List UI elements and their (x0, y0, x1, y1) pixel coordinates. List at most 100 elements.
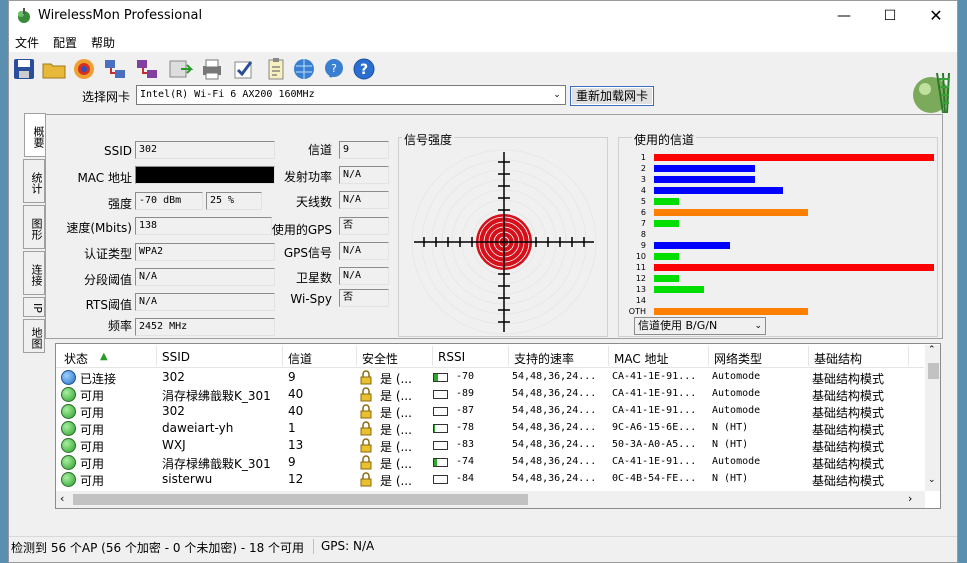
gps-signal-label: GPS信号 (283, 246, 332, 260)
network-disconnect-icon[interactable] (135, 56, 161, 82)
svg-text:?: ? (331, 62, 337, 75)
print-icon[interactable] (199, 56, 225, 82)
ap-row[interactable]: 可用 是 (... daweiart-yh 1 -78 54,48,36,24... 9C-… (56, 420, 916, 437)
record-icon[interactable] (71, 56, 97, 82)
rssi-meter (433, 458, 448, 467)
channel-label: 7 (640, 219, 646, 228)
ssid-cell: WXJ (162, 438, 186, 452)
tab-summary[interactable]: 概要 (24, 113, 46, 157)
reload-adapter-button[interactable]: 重新加载网卡 (570, 86, 654, 106)
ssid-label: SSID (103, 144, 132, 158)
wispy-field: 否 (339, 289, 389, 307)
security-cell: 是 (... (380, 440, 412, 454)
rates-cell: 54,48,36,24... (512, 456, 597, 467)
svg-text:?: ? (360, 62, 368, 78)
ap-row[interactable]: 可用 是 (... WXJ 13 -83 54,48,36,24... 50-3A-A0-A… (56, 437, 916, 454)
tab-ip[interactable]: IP (23, 297, 45, 317)
maximize-button[interactable]: ☐ (867, 1, 913, 32)
ap-row[interactable]: 可用 是 (... 302 40 -87 54,48,36,24... CA-41-1E-9… (56, 403, 916, 420)
options-icon[interactable] (231, 56, 257, 82)
txpower-field: N/A (339, 166, 389, 184)
globe-icon[interactable] (291, 56, 317, 82)
tab-statistics[interactable]: 统计 (23, 159, 45, 203)
wirelessmon-logo (913, 72, 950, 114)
col-security[interactable]: 安全性 (362, 350, 398, 367)
channel-label: 13 (635, 285, 646, 294)
col-infra[interactable]: 基础结构 (814, 350, 862, 367)
export-icon[interactable] (167, 56, 193, 82)
scroll-right-icon[interactable]: › (908, 492, 912, 505)
mac-cell: 9C-A6-15-6E... (612, 422, 697, 433)
ap-list[interactable]: 状态 ▲ SSID 信道 安全性 RSSI 支持的速率 MAC 地址 网络类型 … (55, 343, 941, 509)
tab-graph[interactable]: 图形 (23, 205, 45, 249)
rssi-meter (433, 407, 448, 416)
nettype-cell: Automode (712, 371, 761, 382)
nettype-cell: N (HT) (712, 473, 749, 484)
col-status[interactable]: 状态 (64, 350, 88, 367)
ap-row[interactable]: 可用 是 (... 涓存椂绋戠敤K_301 9 -74 54,48,36,24... CA-… (56, 454, 916, 471)
channel-label: OTH (628, 307, 646, 316)
nettype-cell: Automode (712, 456, 761, 467)
mac-cell: CA-41-1E-91... (612, 388, 697, 399)
header-divider (356, 346, 357, 366)
vertical-scrollbar[interactable]: ⌃ ⌄ (925, 345, 940, 491)
col-channel[interactable]: 信道 (288, 350, 312, 367)
adapter-select[interactable]: Intel(R) Wi-Fi 6 AX200 160MHz ⌄ (136, 85, 566, 105)
channel-mode-select[interactable]: 信道使用 B/G/N ⌄ (634, 317, 766, 335)
channel-label: 1 (640, 153, 646, 162)
channel-cell: 1 (288, 421, 296, 435)
close-button[interactable]: ✕ (913, 1, 957, 32)
help-icon[interactable]: ? (351, 56, 377, 82)
chevron-down-icon[interactable]: ⌄ (549, 86, 565, 104)
menu-file[interactable]: 文件 (15, 34, 39, 51)
security-cell: 是 (... (380, 406, 412, 420)
clipboard-icon[interactable] (263, 56, 289, 82)
col-rates[interactable]: 支持的速率 (514, 350, 574, 367)
chevron-down-icon[interactable]: ⌄ (754, 318, 762, 334)
antenna-label: 天线数 (295, 195, 332, 209)
menu-help[interactable]: 帮助 (91, 34, 115, 51)
channel-usage-bar (654, 286, 704, 293)
col-rssi[interactable]: RSSI (438, 350, 465, 364)
channel-usage-bar (654, 275, 679, 282)
network-connect-icon[interactable] (103, 56, 129, 82)
ssid-cell: 涓存椂绋戠敤K_301 (162, 389, 271, 403)
ap-row[interactable]: 已连接 是 (... 302 9 -70 54,48,36,24... CA-41-1E-9… (56, 369, 916, 386)
security-cell: 是 (... (380, 423, 412, 437)
rssi-cell: -78 (456, 422, 475, 433)
tab-map[interactable]: 地图 (23, 319, 45, 353)
security-cell: 是 (... (380, 474, 412, 488)
gps-used-field: 否 (339, 217, 389, 235)
menu-config[interactable]: 配置 (53, 34, 77, 51)
rssi-meter (433, 390, 448, 399)
status-cell: 可用 (80, 457, 105, 471)
txpower-label: 发射功率 (283, 170, 332, 184)
col-nettype[interactable]: 网络类型 (714, 350, 762, 367)
ap-row[interactable]: 可用 是 (... sisterwu 12 -84 54,48,36,24... 0C-4B… (56, 471, 916, 488)
channel-usage-chart: 1 2 3 4 5 6 7 8 9 10 11 12 13 14 OTH (626, 153, 936, 318)
mac-cell: 50-3A-A0-A5... (612, 439, 697, 450)
save-icon[interactable] (11, 56, 37, 82)
mac-label: MAC 地址 (77, 171, 132, 185)
scroll-up-icon[interactable]: ⌃ (928, 345, 936, 355)
channel-cell: 40 (288, 387, 304, 401)
col-ssid[interactable]: SSID (162, 350, 190, 364)
infra-cell: 基础结构模式 (812, 440, 885, 454)
vertical-scroll-thumb[interactable] (928, 363, 939, 379)
tab-connection[interactable]: 连接 (23, 251, 45, 295)
horizontal-scroll-thumb[interactable] (73, 494, 528, 505)
horizontal-scrollbar[interactable]: ‹ › (56, 491, 925, 508)
summary-panel: SSID 302 MAC 地址 强度 -70 dBm 25 % 速度(Mbits… (45, 114, 943, 339)
ap-row[interactable]: 可用 是 (... 涓存椂绋戠敤K_301 40 -89 54,48,36,24... CA… (56, 386, 916, 403)
scroll-left-icon[interactable]: ‹ (60, 492, 64, 505)
scroll-down-icon[interactable]: ⌄ (928, 475, 936, 485)
help-chat-icon[interactable]: ? (321, 56, 347, 82)
channel-label: 3 (640, 175, 646, 184)
col-mac[interactable]: MAC 地址 (614, 350, 669, 367)
available-status-icon (61, 438, 76, 453)
minimize-button[interactable]: — (821, 1, 867, 32)
sort-up-icon[interactable]: ▲ (100, 351, 108, 362)
title-bar: WirelessMon Professional — ☐ ✕ (9, 1, 957, 32)
open-folder-icon[interactable] (41, 56, 67, 82)
channel-usage-bar (654, 176, 755, 183)
